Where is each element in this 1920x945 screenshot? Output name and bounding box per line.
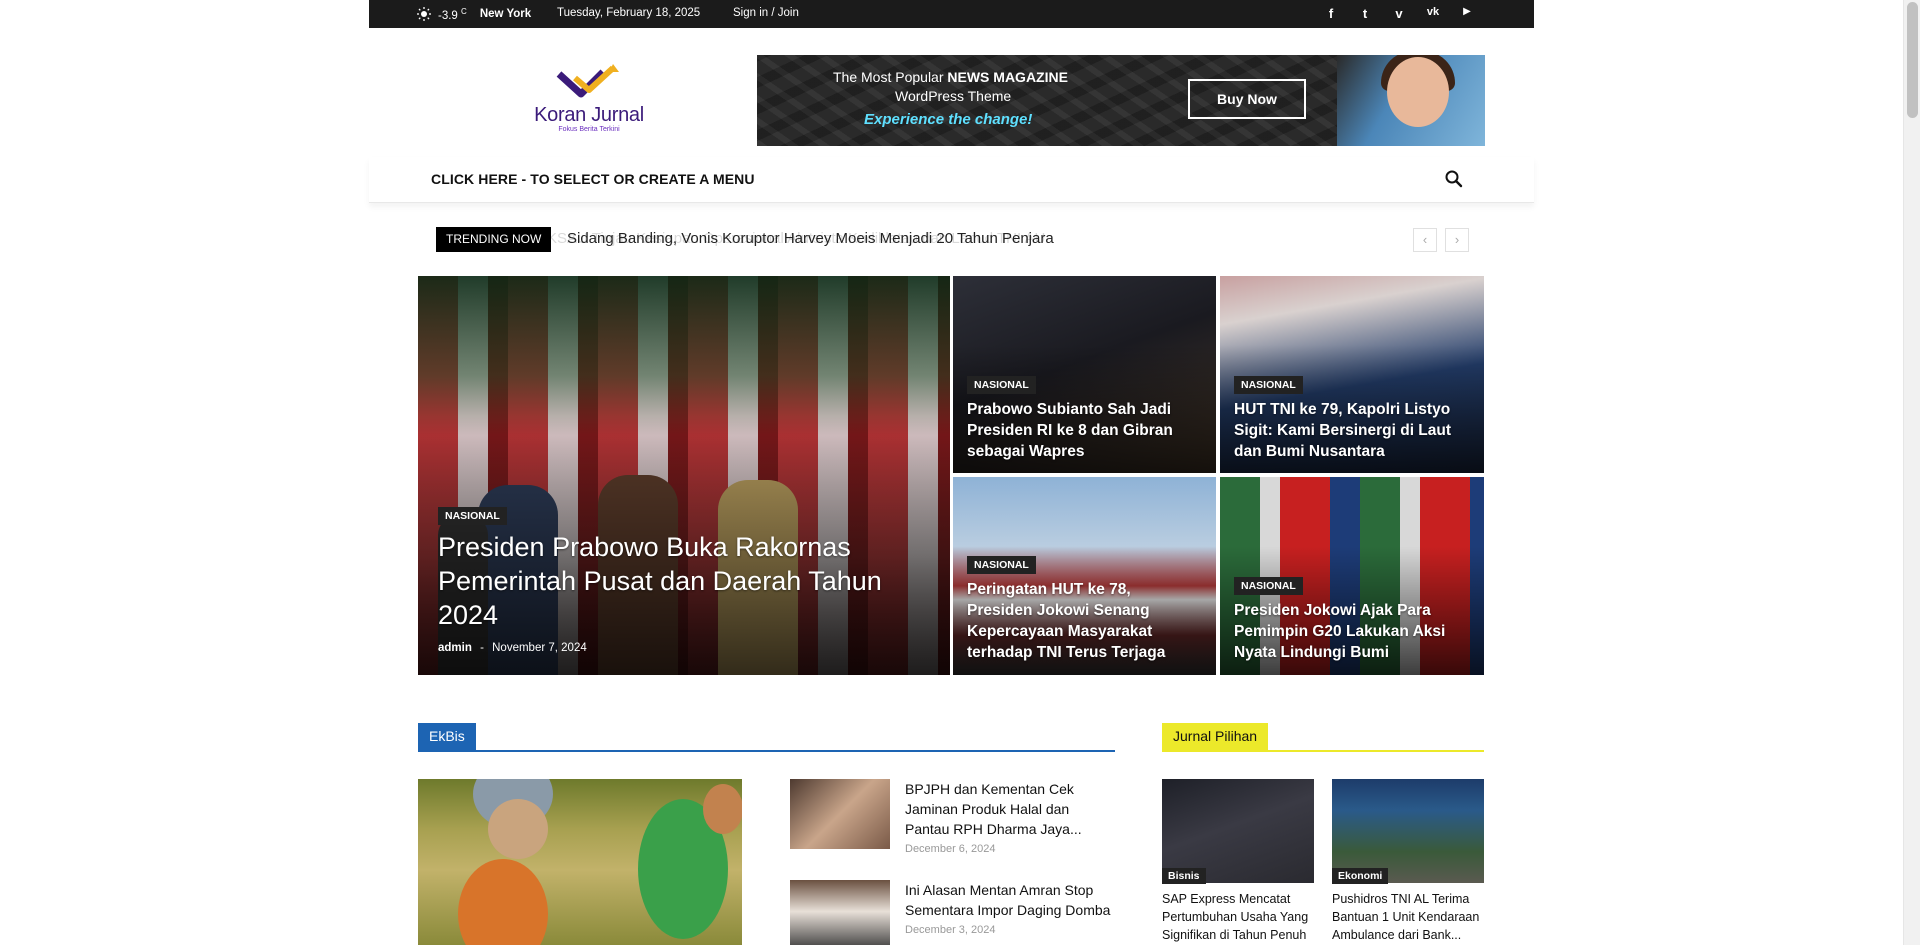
vk-icon[interactable]: vk [1424, 6, 1442, 21]
meta-separator: - [480, 642, 484, 654]
facebook-icon[interactable]: f [1322, 6, 1340, 21]
ad-model-image [1337, 55, 1485, 146]
trending-headline[interactable]: Sidang Banding, Vonis Koruptor Harvey Mo… [567, 230, 1054, 247]
temperature: -3.9 C [438, 7, 467, 22]
jurnal-pilihan-section-header: Jurnal Pilihan [1162, 723, 1484, 752]
ad-line-3: Experience the change! [864, 111, 1033, 128]
ekbis-main-image[interactable] [418, 779, 742, 945]
article-title[interactable]: Ini Alasan Mentan Amran Stop Sementara I… [905, 880, 1115, 920]
featured-article-4[interactable]: NASIONAL Presiden Jokowi Ajak Para Pemim… [1220, 477, 1484, 675]
trending-next-button[interactable]: › [1445, 228, 1469, 252]
sun-icon [417, 7, 431, 22]
ad-buy-now-button[interactable]: Buy Now [1188, 79, 1306, 119]
ekbis-list-item[interactable]: Ini Alasan Mentan Amran Stop Sementara I… [790, 880, 1115, 945]
logo-tagline: Fokus Berita Terkini [558, 126, 620, 133]
article-date: December 6, 2024 [905, 843, 996, 855]
jurnal-pilihan-heading[interactable]: Jurnal Pilihan [1162, 723, 1269, 750]
article-title[interactable]: SAP Express Mencatat Pertumbuhan Usaha Y… [1162, 890, 1314, 944]
post-date: November 7, 2024 [492, 642, 587, 654]
author-name[interactable]: admin [438, 642, 472, 654]
jurnal-pilihan-item[interactable]: Bisnis SAP Express Mencatat Pertumbuhan … [1162, 779, 1314, 945]
search-icon[interactable] [1444, 169, 1464, 189]
jurnal-pilihan-item[interactable]: Ekonomi Pushidros TNI AL Terima Bantuan … [1332, 779, 1484, 945]
category-badge[interactable]: NASIONAL [967, 556, 1036, 574]
weather-widget: -3.9 C New York [417, 7, 531, 22]
site-logo[interactable]: Koran Jurnal Fokus Berita Terkini [529, 64, 649, 136]
featured-article-2[interactable]: NASIONAL HUT TNI ke 79, Kapolri Listyo S… [1220, 276, 1484, 473]
current-date: Tuesday, February 18, 2025 [557, 7, 701, 19]
ekbis-section-header: EkBis [418, 723, 1115, 752]
youtube-icon[interactable]: ▶ [1458, 6, 1476, 21]
featured-article-title[interactable]: HUT TNI ke 79, Kapolri Listyo Sigit: Kam… [1234, 399, 1462, 462]
featured-main-article[interactable]: NASIONAL Presiden Prabowo Buka Rakornas … [418, 276, 950, 675]
trending-label: TRENDING NOW [436, 227, 552, 252]
article-thumbnail[interactable] [790, 779, 890, 849]
ad-line-2: WordPress Theme [895, 88, 1012, 104]
page-scrollbar[interactable] [1903, 0, 1920, 945]
weather-city: New York [479, 8, 532, 21]
category-badge[interactable]: Bisnis [1162, 868, 1206, 884]
trending-prev-button[interactable]: ‹ [1413, 228, 1437, 252]
article-thumbnail[interactable] [790, 880, 890, 945]
featured-article-title[interactable]: Peringatan HUT ke 78, Presiden Jokowi Se… [967, 579, 1195, 663]
category-badge[interactable]: NASIONAL [967, 376, 1036, 394]
ekbis-heading[interactable]: EkBis [418, 723, 476, 750]
featured-main-meta: admin - November 7, 2024 [438, 642, 587, 654]
logo-check-icon [556, 64, 619, 98]
sign-in-link[interactable]: Sign in / Join [733, 7, 799, 19]
category-badge[interactable]: NASIONAL [438, 507, 507, 525]
category-badge[interactable]: NASIONAL [1234, 577, 1303, 595]
trending-arrows: ‹ › [1413, 228, 1469, 252]
vimeo-icon[interactable]: v [1390, 6, 1408, 21]
ekbis-list-item[interactable]: BPJPH dan Kementan Cek Jaminan Produk Ha… [790, 779, 1115, 859]
social-links: f t v vk ▶ [1322, 6, 1476, 21]
main-nav: CLICK HERE - TO SELECT OR CREATE A MENU [369, 157, 1534, 203]
category-badge[interactable]: NASIONAL [1234, 376, 1303, 394]
category-badge[interactable]: Ekonomi [1332, 868, 1389, 884]
scrollbar-thumb[interactable] [1907, 2, 1918, 118]
featured-article-title[interactable]: Prabowo Subianto Sah Jadi Presiden RI ke… [967, 399, 1195, 462]
header-ad-banner[interactable]: The Most Popular NEWS MAGAZINE WordPress… [757, 55, 1485, 146]
article-title[interactable]: BPJPH dan Kementan Cek Jaminan Produk Ha… [905, 779, 1115, 839]
featured-main-title[interactable]: Presiden Prabowo Buka Rakornas Pemerinta… [438, 530, 888, 632]
logo-name: Koran Jurnal [534, 104, 644, 126]
featured-article-3[interactable]: NASIONAL Peringatan HUT ke 78, Presiden … [953, 477, 1216, 675]
featured-article-title[interactable]: Presiden Jokowi Ajak Para Pemimpin G20 L… [1234, 600, 1462, 663]
menu-placeholder-link[interactable]: CLICK HERE - TO SELECT OR CREATE A MENU [431, 171, 755, 187]
article-title[interactable]: Pushidros TNI AL Terima Bantuan 1 Unit K… [1332, 890, 1484, 944]
top-bar: -3.9 C New York Tuesday, February 18, 20… [369, 0, 1534, 28]
featured-article-1[interactable]: NASIONAL Prabowo Subianto Sah Jadi Presi… [953, 276, 1216, 473]
ad-line-1: The Most Popular NEWS MAGAZINE [833, 69, 1068, 85]
twitter-icon[interactable]: t [1356, 6, 1374, 21]
page-container: -3.9 C New York Tuesday, February 18, 20… [369, 0, 1534, 945]
article-date: December 3, 2024 [905, 924, 996, 936]
